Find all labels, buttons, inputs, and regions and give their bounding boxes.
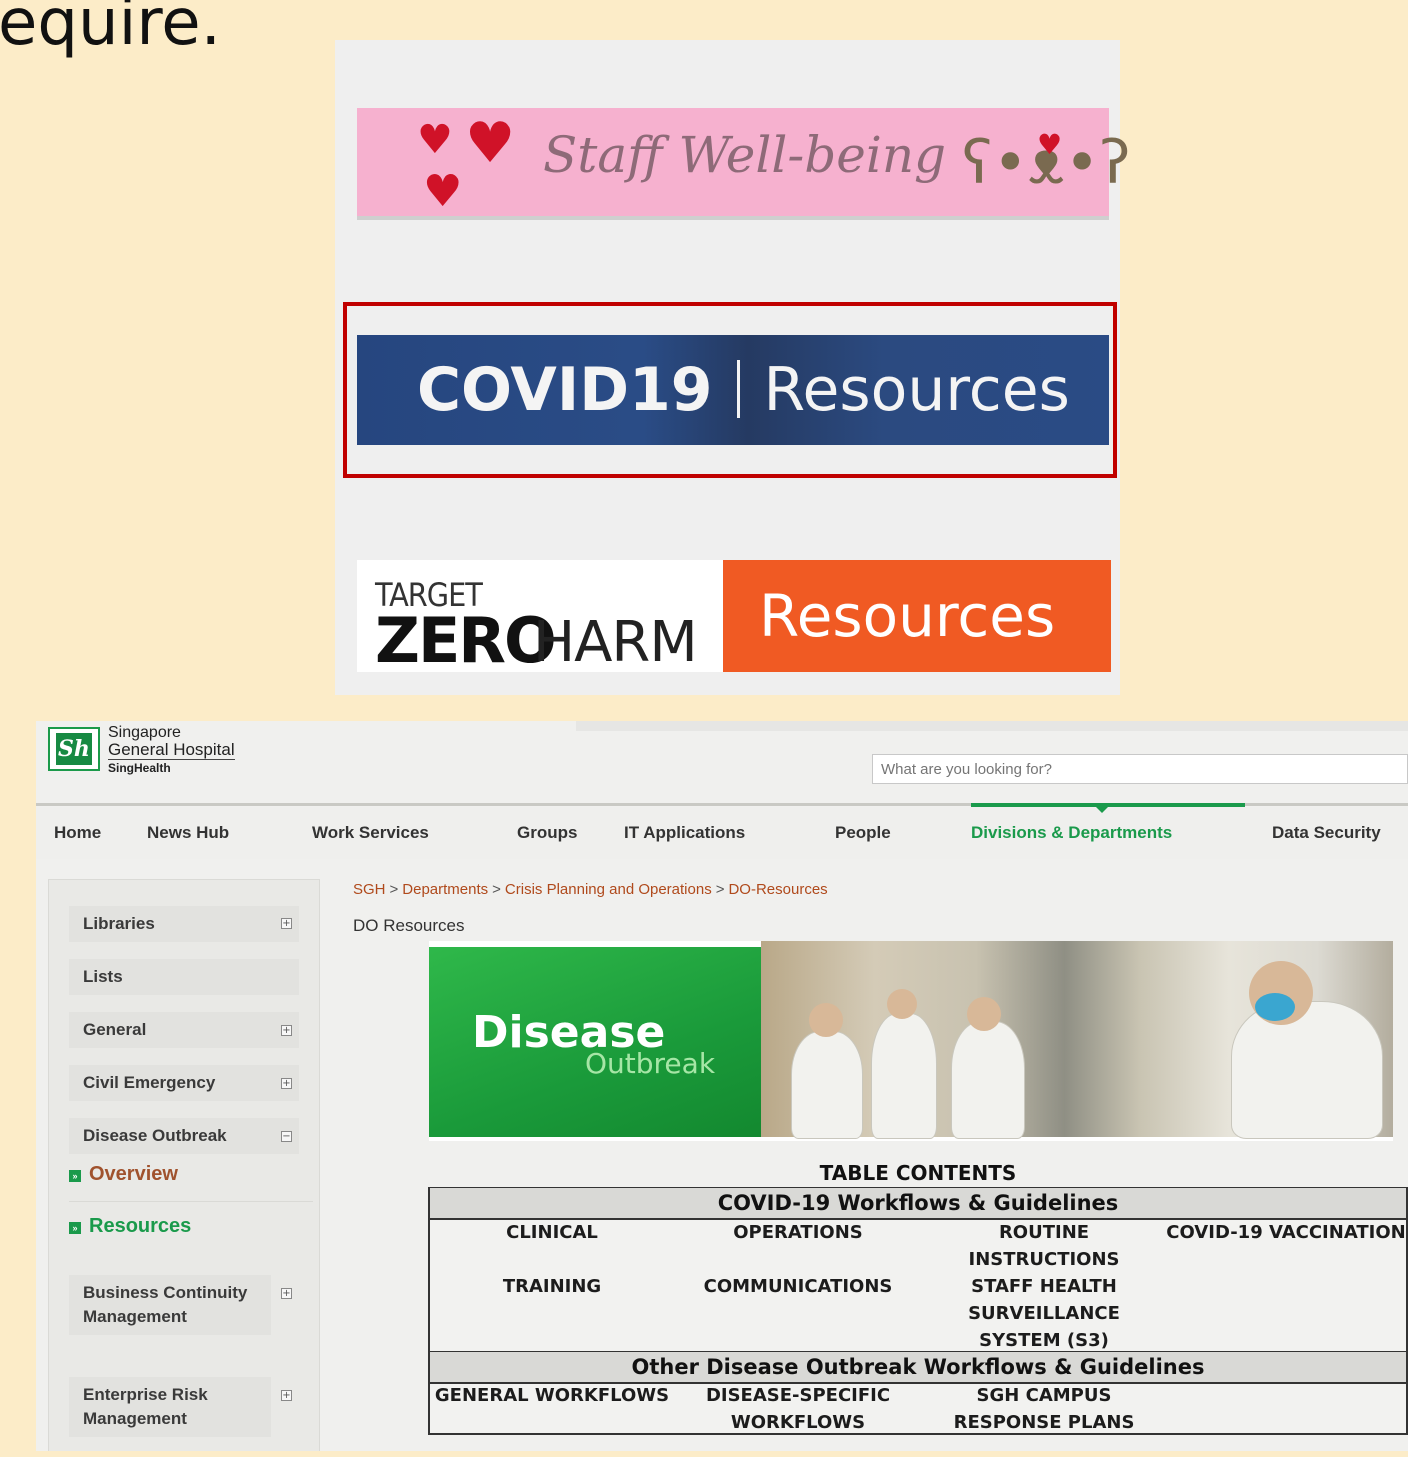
breadcrumb-separator: > xyxy=(715,881,725,898)
page-title: DO Resources xyxy=(353,916,465,935)
staff-figure xyxy=(871,1013,937,1139)
toc-link-communications[interactable]: COMMUNICATIONS xyxy=(678,1273,918,1300)
logo-line-2: General Hospital xyxy=(108,740,235,760)
sidebar-link-label: Resources xyxy=(89,1215,192,1237)
toc-title: TABLE CONTENTS xyxy=(819,1161,1017,1185)
harm-text: HARM xyxy=(533,610,698,675)
main-nav: Home News Hub Work Services Groups IT Ap… xyxy=(36,807,1408,859)
nav-active-indicator xyxy=(971,803,1245,807)
sidebar-divider xyxy=(69,1201,313,1202)
staff-wellbeing-label: Staff Well-being xyxy=(543,126,947,184)
toc-link-staff-health-surveillance[interactable]: STAFF HEALTH SURVEILLANCE SYSTEM (S3) xyxy=(932,1273,1156,1354)
highlight-frame xyxy=(343,302,1117,478)
toc-link-clinical[interactable]: CLINICAL xyxy=(432,1219,672,1246)
staff-figure xyxy=(1231,1001,1383,1139)
sidebar-item-civil-emergency[interactable]: Civil Emergency xyxy=(69,1065,299,1101)
staff-figure xyxy=(951,1021,1025,1139)
outbreak-subtitle: Outbreak xyxy=(585,1047,716,1080)
disease-outbreak-panel: Disease Outbreak xyxy=(429,947,769,1137)
staff-head xyxy=(967,997,1001,1031)
disease-outbreak-banner: Disease Outbreak xyxy=(429,941,1393,1141)
breadcrumb-departments[interactable]: Departments xyxy=(402,881,488,898)
sidebar-item-label: Civil Emergency xyxy=(83,1073,216,1092)
zero-text: ZERO xyxy=(375,604,557,677)
sidebar-item-label: Lists xyxy=(83,967,123,986)
staff-head xyxy=(809,1003,843,1037)
zero-harm-resources-label: Resources xyxy=(759,582,1056,650)
staff-head xyxy=(887,989,917,1019)
bullet-arrow-icon: » xyxy=(69,1170,81,1182)
expand-icon[interactable]: + xyxy=(281,1390,292,1401)
sidebar-item-business-continuity[interactable]: Business Continuity Management xyxy=(69,1275,271,1335)
expand-icon[interactable]: + xyxy=(281,1288,292,1299)
breadcrumb-separator: > xyxy=(389,881,399,898)
nav-people[interactable]: People xyxy=(835,823,891,843)
nav-data-security[interactable]: Data Security xyxy=(1272,823,1381,843)
toc-link-routine-instructions[interactable]: ROUTINE INSTRUCTIONS xyxy=(922,1219,1166,1273)
zero-harm-resources-button[interactable]: Resources xyxy=(723,560,1111,672)
breadcrumb-crisis-planning[interactable]: Crisis Planning and Operations xyxy=(505,881,712,898)
breadcrumb: SGH > Departments > Crisis Planning and Oper… xyxy=(353,881,828,898)
toc-section-covid: COVID-19 Workflows & Guidelines xyxy=(430,1188,1406,1220)
staff-figure xyxy=(791,1031,863,1139)
breadcrumb-do-resources[interactable]: DO-Resources xyxy=(728,881,827,898)
sgh-logo-text[interactable]: Singapore General Hospital SingHealth xyxy=(108,725,235,776)
toc-link-covid19-vaccination[interactable]: COVID-19 VACCINATION xyxy=(1166,1219,1406,1246)
sidebar-item-label: Libraries xyxy=(83,914,155,933)
nav-work-services[interactable]: Work Services xyxy=(312,823,429,843)
sidebar-item-disease-outbreak[interactable]: Disease Outbreak xyxy=(69,1118,299,1154)
nav-active-caret-icon xyxy=(1096,807,1108,813)
toc-table: COVID-19 Workflows & Guidelines CLINICAL… xyxy=(428,1187,1408,1435)
sgh-intranet-page: Sh Singapore General Hospital SingHealth… xyxy=(36,721,1408,1451)
medical-staff-photo xyxy=(761,941,1393,1139)
nav-home[interactable]: Home xyxy=(54,823,101,843)
logo-line-1: Singapore xyxy=(108,724,181,741)
nav-it-applications[interactable]: IT Applications xyxy=(624,823,745,843)
sgh-logo-icon[interactable]: Sh xyxy=(48,727,100,771)
sidebar-item-label: Business Continuity Management xyxy=(83,1283,248,1326)
bullet-arrow-icon: » xyxy=(69,1222,81,1234)
logo-mark: Sh xyxy=(56,733,92,765)
sidebar-item-enterprise-risk[interactable]: Enterprise Risk Management xyxy=(69,1377,271,1437)
sidebar-item-general[interactable]: General xyxy=(69,1012,299,1048)
toc-link-training[interactable]: TRAINING xyxy=(432,1273,672,1300)
nav-divisions-departments[interactable]: Divisions & Departments xyxy=(971,823,1172,843)
toc-link-sgh-campus-response[interactable]: SGH CAMPUS RESPONSE PLANS xyxy=(922,1382,1166,1436)
top-strip xyxy=(576,721,1408,731)
search-input[interactable] xyxy=(872,754,1408,784)
nav-groups[interactable]: Groups xyxy=(517,823,577,843)
target-zero-harm-banner[interactable]: TARGET ZERO HARM Resources xyxy=(357,560,1111,677)
breadcrumb-separator: > xyxy=(492,881,501,898)
expand-icon[interactable]: + xyxy=(281,918,292,929)
sidebar-link-label: Overview xyxy=(89,1163,178,1185)
sidebar-item-lists[interactable]: Lists xyxy=(69,959,299,995)
sidebar-item-label: General xyxy=(83,1020,147,1039)
logo-line-3: SingHealth xyxy=(108,761,171,775)
target-zero-harm-logo: TARGET ZERO HARM xyxy=(375,576,715,677)
staff-wellbeing-banner[interactable]: ♥ ♥ ♥ Staff Well-being ʕ•ᴥ•ʔ ♥ xyxy=(357,108,1130,216)
toc-link-disease-specific[interactable]: DISEASE-SPECIFIC WORKFLOWS xyxy=(678,1382,918,1436)
toc-link-operations[interactable]: OPERATIONS xyxy=(678,1219,918,1246)
toc-link-general-workflows[interactable]: GENERAL WORKFLOWS xyxy=(432,1382,672,1409)
collapse-icon[interactable]: − xyxy=(281,1131,292,1142)
left-sidebar: Libraries + Lists General + Civil Emerge… xyxy=(48,879,320,1451)
toc-section-other: Other Disease Outbreak Workflows & Guide… xyxy=(430,1351,1406,1384)
sidebar-item-libraries[interactable]: Libraries xyxy=(69,906,299,942)
nav-news-hub[interactable]: News Hub xyxy=(147,823,229,843)
sidebar-item-label: Enterprise Risk Management xyxy=(83,1385,208,1428)
resource-banner-panel: ♥ ♥ ♥ Staff Well-being ʕ•ᴥ•ʔ ♥ COVID19 Re… xyxy=(335,40,1130,695)
expand-icon[interactable]: + xyxy=(281,1025,292,1036)
breadcrumb-sgh[interactable]: SGH xyxy=(353,881,386,898)
slide-heading-fragment: equire. xyxy=(0,0,221,60)
face-mask xyxy=(1255,993,1295,1021)
small-heart-icon: ♥ xyxy=(1037,128,1063,161)
sidebar-link-resources[interactable]: » Resources xyxy=(69,1215,191,1238)
sidebar-item-label: Disease Outbreak xyxy=(83,1126,227,1145)
sidebar-link-overview[interactable]: » Overview xyxy=(69,1163,178,1186)
expand-icon[interactable]: + xyxy=(281,1078,292,1089)
